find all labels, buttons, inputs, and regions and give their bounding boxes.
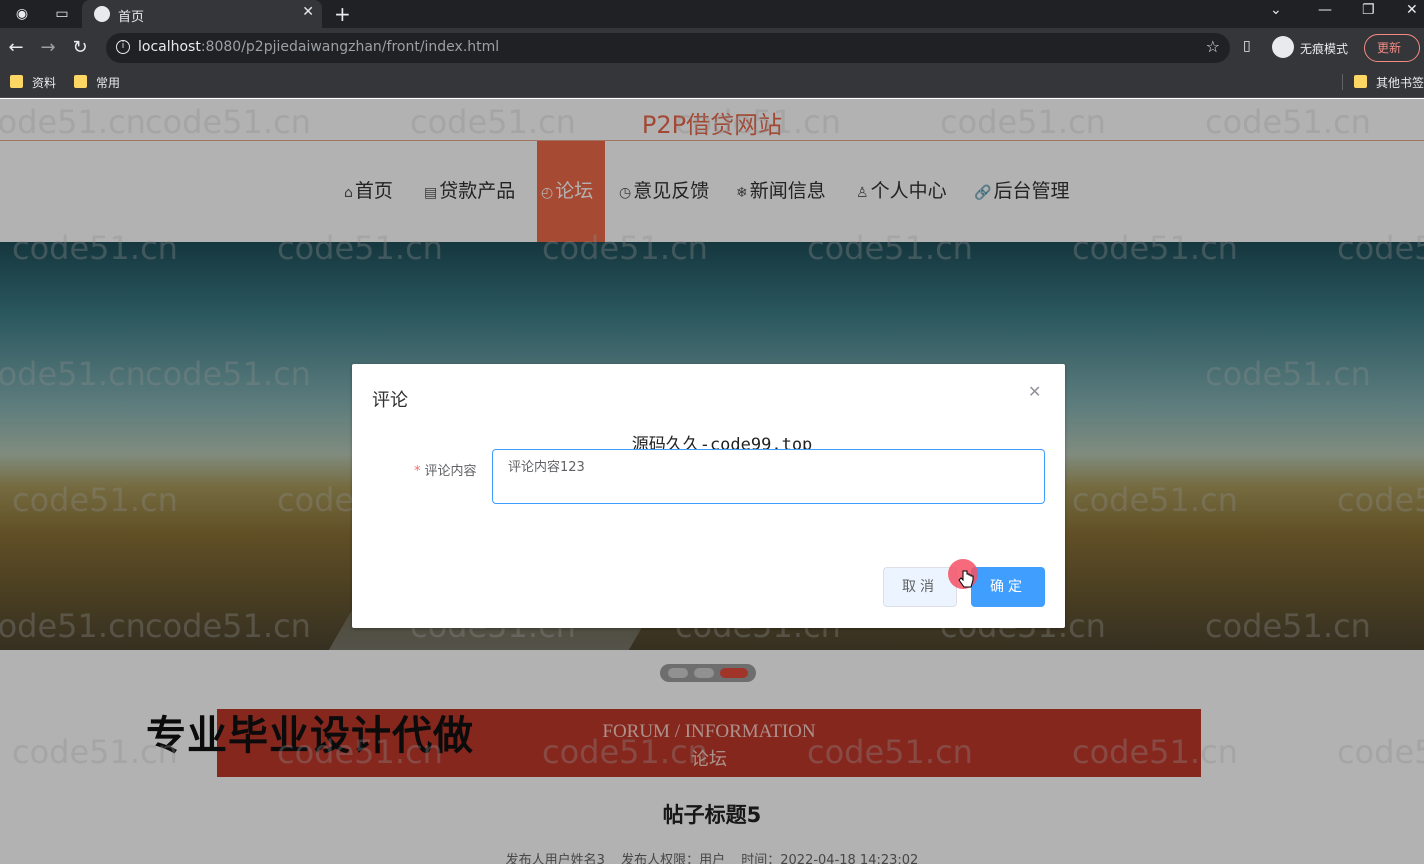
star-icon[interactable]: ☆ (1206, 37, 1220, 56)
restore-icon[interactable]: ❐ (1362, 2, 1375, 18)
reload-icon[interactable]: ↻ (68, 36, 92, 60)
browser-tab[interactable]: 首页 ✕ (82, 0, 322, 28)
dialog-title: 评论 (372, 390, 408, 411)
address-bar[interactable]: i localhost:8080/p2pjiedaiwangzhan/front… (106, 33, 1230, 63)
incognito-icon[interactable] (1272, 36, 1294, 58)
bookmarks-bar: 资料 常用 其他书签 (0, 68, 1424, 98)
required-mark: * (414, 464, 421, 479)
chevron-down-icon[interactable]: ⌄ (1270, 2, 1282, 18)
globe-icon (94, 6, 110, 22)
incognito-label: 无痕模式 (1300, 42, 1349, 56)
browser-tab-bar: ◉ ▭ 首页 ✕ + ⌄ — ❐ ✕ (0, 0, 1424, 28)
bookmark-folder-1[interactable]: 资料 (10, 74, 56, 91)
hand-cursor-icon (958, 570, 974, 588)
minimize-icon[interactable]: — (1318, 2, 1332, 18)
confirm-button[interactable]: 确定 (971, 567, 1045, 607)
tab-search-icon[interactable]: ▭ (50, 4, 74, 24)
window-close-icon[interactable]: ✕ (1406, 2, 1418, 18)
tab-close-icon[interactable]: ✕ (302, 4, 314, 20)
cancel-button[interactable]: 取消 (883, 567, 957, 607)
comment-dialog: 评论 ✕ 源码久久-code99.top * 评论内容 评论内容123 取消 确定 (352, 364, 1065, 628)
update-button[interactable]: 更新 (1364, 34, 1420, 62)
browser-toolbar: ← → ↻ i localhost:8080/p2pjiedaiwangzhan… (0, 28, 1424, 68)
folder-icon (1354, 75, 1367, 88)
folder-icon (74, 75, 87, 88)
info-icon[interactable]: i (116, 40, 130, 54)
url-text[interactable]: localhost:8080/p2pjiedaiwangzhan/front/i… (138, 39, 499, 55)
browser-menu-icon[interactable]: ◉ (10, 4, 34, 24)
bookmark-folder-2[interactable]: 常用 (74, 74, 120, 91)
back-icon[interactable]: ← (4, 36, 28, 60)
bookmarks-separator (1342, 74, 1343, 90)
new-tab-icon[interactable]: + (334, 2, 351, 26)
other-bookmarks[interactable]: 其他书签 (1354, 74, 1424, 91)
forward-icon[interactable]: → (36, 36, 60, 60)
comment-textarea[interactable]: 评论内容123 (492, 449, 1045, 504)
tab-title: 首页 (118, 10, 145, 25)
close-icon[interactable]: ✕ (1028, 382, 1041, 401)
folder-icon (10, 75, 23, 88)
comment-label: * 评论内容 (414, 464, 477, 479)
side-panel-icon[interactable]: ▯ (1243, 38, 1251, 54)
